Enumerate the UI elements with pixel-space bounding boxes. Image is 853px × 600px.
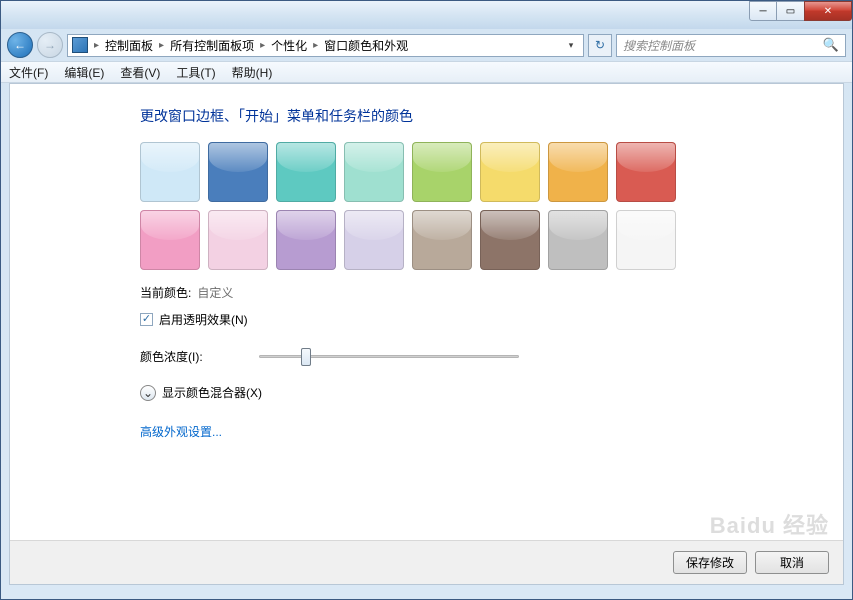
menu-bar: 文件(F) 编辑(E) 查看(V) 工具(T) 帮助(H): [1, 61, 852, 83]
window: ─ ▭ ✕ ← → ▸ 控制面板 ▸ 所有控制面板项 ▸ 个性化 ▸ 窗口颜色和…: [0, 0, 853, 600]
page-title: 更改窗口边框、「开始」菜单和任务栏的颜色: [140, 106, 803, 126]
current-color-label: 当前颜色:: [140, 284, 191, 301]
slider-track: [259, 355, 519, 358]
color-swatch-blush[interactable]: [208, 210, 268, 270]
color-swatch-pink[interactable]: [140, 210, 200, 270]
breadcrumb-current[interactable]: 窗口颜色和外观: [324, 37, 408, 54]
window-controls: ─ ▭ ✕: [750, 1, 852, 21]
transparency-checkbox[interactable]: ✓: [140, 313, 153, 326]
color-swatch-red[interactable]: [616, 142, 676, 202]
address-bar[interactable]: ▸ 控制面板 ▸ 所有控制面板项 ▸ 个性化 ▸ 窗口颜色和外观 ▾: [67, 34, 584, 57]
nav-bar: ← → ▸ 控制面板 ▸ 所有控制面板项 ▸ 个性化 ▸ 窗口颜色和外观 ▾ ↻…: [1, 29, 852, 61]
mixer-label: 显示颜色混合器(X): [162, 384, 262, 401]
chevron-down-icon[interactable]: ▾: [563, 40, 579, 51]
titlebar: ─ ▭ ✕: [1, 1, 852, 29]
search-icon: 🔍: [823, 37, 839, 53]
color-swatch-grid: [140, 142, 740, 270]
color-swatch-white[interactable]: [616, 210, 676, 270]
breadcrumb-item[interactable]: 所有控制面板项: [170, 37, 254, 54]
color-swatch-lime[interactable]: [412, 142, 472, 202]
save-button[interactable]: 保存修改: [673, 551, 747, 574]
menu-view[interactable]: 查看(V): [120, 64, 160, 81]
chevron-down-icon: ⌄: [143, 386, 153, 400]
transparency-label: 启用透明效果(N): [159, 311, 248, 328]
expand-mixer-button[interactable]: ⌄: [140, 385, 156, 401]
advanced-settings-link[interactable]: 高级外观设置...: [140, 423, 222, 440]
back-button[interactable]: ←: [7, 32, 33, 58]
menu-help[interactable]: 帮助(H): [232, 64, 273, 81]
chevron-right-icon: ▸: [313, 40, 318, 51]
color-swatch-blue[interactable]: [208, 142, 268, 202]
menu-edit[interactable]: 编辑(E): [64, 64, 104, 81]
color-swatch-grey[interactable]: [548, 210, 608, 270]
color-swatch-orange[interactable]: [548, 142, 608, 202]
menu-file[interactable]: 文件(F): [9, 64, 48, 81]
color-swatch-sky[interactable]: [140, 142, 200, 202]
color-swatch-taupe[interactable]: [412, 210, 472, 270]
watermark: Baidu 经验: [710, 508, 829, 540]
color-swatch-brown[interactable]: [480, 210, 540, 270]
search-placeholder: 搜索控制面板: [623, 37, 695, 54]
color-swatch-violet[interactable]: [276, 210, 336, 270]
footer: 保存修改 取消: [10, 540, 843, 584]
chevron-right-icon: ▸: [94, 40, 99, 51]
minimize-button[interactable]: ─: [749, 1, 777, 21]
maximize-button[interactable]: ▭: [776, 1, 805, 21]
search-input[interactable]: 搜索控制面板 🔍: [616, 34, 846, 57]
intensity-label: 颜色浓度(I):: [140, 348, 203, 365]
breadcrumb-item[interactable]: 个性化: [271, 37, 307, 54]
color-swatch-aqua[interactable]: [344, 142, 404, 202]
close-button[interactable]: ✕: [804, 1, 852, 21]
control-panel-icon: [72, 37, 88, 53]
menu-tools[interactable]: 工具(T): [176, 64, 215, 81]
arrow-right-icon: →: [44, 38, 56, 52]
current-color-value: 自定义: [197, 284, 233, 301]
forward-button[interactable]: →: [37, 32, 63, 58]
intensity-slider[interactable]: [259, 346, 519, 366]
chevron-right-icon: ▸: [260, 40, 265, 51]
refresh-button[interactable]: ↻: [588, 34, 612, 57]
slider-thumb[interactable]: [301, 348, 311, 366]
chevron-right-icon: ▸: [159, 40, 164, 51]
refresh-icon: ↻: [595, 38, 605, 52]
color-swatch-yellow[interactable]: [480, 142, 540, 202]
breadcrumb-item[interactable]: 控制面板: [105, 37, 153, 54]
color-swatch-lavender[interactable]: [344, 210, 404, 270]
color-swatch-teal[interactable]: [276, 142, 336, 202]
content-pane: 更改窗口边框、「开始」菜单和任务栏的颜色 当前颜色: 自定义 ✓ 启用透明效果(…: [9, 83, 844, 585]
arrow-left-icon: ←: [14, 38, 26, 52]
cancel-button[interactable]: 取消: [755, 551, 829, 574]
